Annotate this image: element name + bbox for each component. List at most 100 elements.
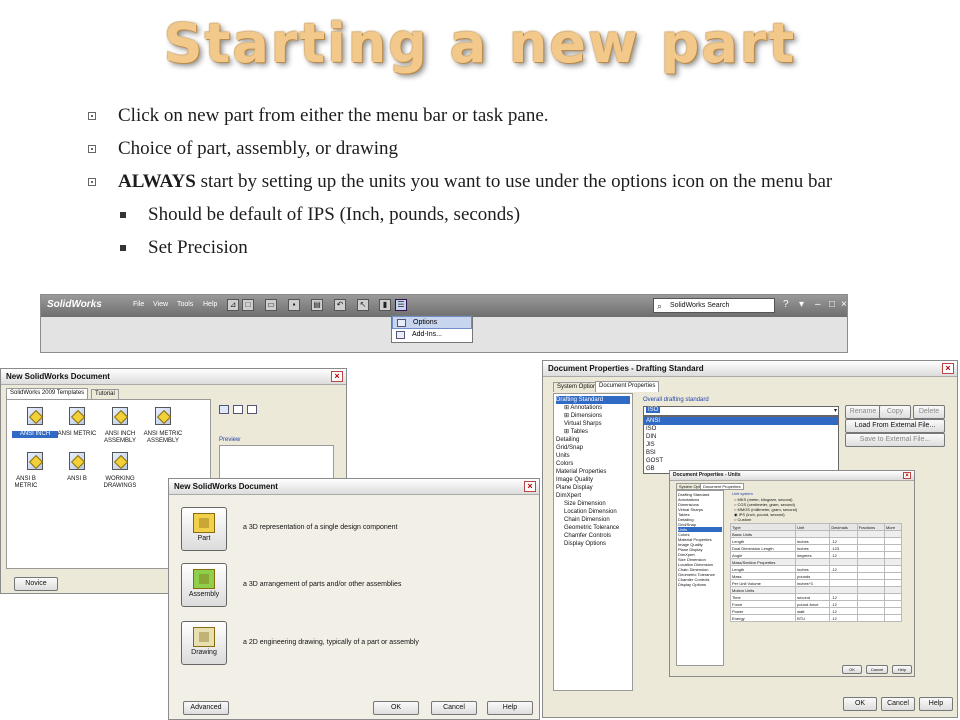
tree-item-virtual-sharps[interactable]: Virtual Sharps [556,420,630,428]
select-icon[interactable]: ↖ [357,299,369,311]
units-properties-tree: Drafting Standard Annotations Dimensions… [676,490,724,666]
ok-button[interactable]: OK [843,697,877,711]
restore-icon[interactable]: □ [829,299,835,311]
template-ansi-metric-assembly[interactable] [153,407,173,429]
template-ansi-b[interactable] [67,452,87,474]
search-icon: ⌕ [657,301,663,311]
delete-button[interactable]: Delete [913,405,945,419]
cancel-button[interactable]: Cancel [866,665,888,674]
sub-bullet-item: Set Precision [88,236,908,260]
menu-help[interactable]: Help [203,301,217,308]
tree-item-plane-display[interactable]: Plane Display [556,484,630,492]
tree-item-geometric-tolerance[interactable]: Geometric Tolerance [556,524,630,532]
tree-item-detailing[interactable]: Detailing [556,436,630,444]
close-icon[interactable]: × [903,472,911,479]
table-row: Angle degrees .12 [729,551,903,559]
standard-option[interactable]: JIS [644,441,838,449]
template-ansi-metric[interactable] [67,407,87,429]
advanced-button[interactable]: Advanced [183,701,229,715]
list-view-icon[interactable] [233,405,243,414]
bullet-item: Click on new part from either the menu b… [88,104,908,128]
undo-icon[interactable]: ↶ [334,299,346,311]
menu-file[interactable]: File [133,301,144,308]
menu-tools[interactable]: Tools [177,301,193,308]
dropdown-item-options[interactable]: Options [392,316,472,329]
tree-item-display-options[interactable]: Display Options [556,540,630,548]
template-ansi-inch[interactable] [25,407,45,429]
standard-option[interactable]: ISO [644,425,838,433]
standard-select[interactable]: ISO ▾ [643,406,839,416]
tree-item-colors[interactable]: Colors [556,460,630,468]
table-row: Force pound-force .12 [729,600,903,608]
bullet-item: ALWAYS start by setting up the units you… [88,170,908,194]
addins-icon [396,331,405,339]
sub-bullet-item: Should be default of IPS (Inch, pounds, … [88,203,908,227]
novice-button[interactable]: Novice [14,577,58,591]
part-button[interactable]: Part [181,507,227,551]
template-ansi-b-metric[interactable] [25,452,45,474]
tab-document-properties[interactable]: Document Properties [595,381,660,392]
rename-button[interactable]: Rename [845,405,881,419]
document-properties-units-dialog: Document Properties - Units × System Opti… [669,470,915,677]
large-icons-view-icon[interactable] [219,405,229,414]
tree-item-material-properties[interactable]: Material Properties [556,468,630,476]
tree-item-grid-snap[interactable]: Grid/Snap [556,444,630,452]
copy-button[interactable]: Copy [879,405,911,419]
tree-item-units[interactable]: Units [556,452,630,460]
close-icon[interactable]: × [524,481,536,492]
load-from-file-button[interactable]: Load From External File... [845,419,945,433]
tree-item-drafting-standard[interactable]: Drafting Standard [556,396,630,404]
close-icon[interactable]: × [841,299,847,311]
print-icon[interactable]: ▤ [311,299,323,311]
open-icon[interactable]: ▭ [265,299,277,311]
ok-button[interactable]: OK [373,701,419,715]
unit-system-radio[interactable]: ○ Custom [734,517,797,522]
tab-templates[interactable]: SolidWorks 2009 Templates [6,388,89,399]
standard-option[interactable]: DIN [644,433,838,441]
cancel-button[interactable]: Cancel [431,701,477,715]
tree-item-image-quality[interactable]: Image Quality [556,476,630,484]
close-icon[interactable]: × [331,371,343,382]
tab-document-properties[interactable]: Document Properties [700,483,744,490]
drawing-button[interactable]: Drawing [181,621,227,665]
template-working-drawings[interactable] [110,452,130,474]
save-to-file-button[interactable]: Save to External File... [845,433,945,447]
tree-item-location-dimension[interactable]: Location Dimension [556,508,630,516]
standard-option[interactable]: BSI [644,449,838,457]
help-button[interactable]: Help [892,665,912,674]
ok-button[interactable]: OK [842,665,862,674]
tree-item-tables[interactable]: Tables [556,428,630,436]
search-input[interactable]: ⌕ SolidWorks Search [653,298,775,313]
tree-item-dimensions[interactable]: Dimensions [556,412,630,420]
dropdown-item-addins[interactable]: Add-Ins... [392,329,472,342]
cancel-button[interactable]: Cancel [881,697,915,711]
help-button[interactable]: Help [919,697,953,711]
tab-tutorial[interactable]: Tutorial [91,389,119,399]
new-document-icon[interactable]: □ [242,299,254,311]
assembly-description: a 3D arrangement of parts and/or other a… [243,581,402,588]
pin-icon[interactable]: ⊿ [227,299,239,311]
bullet-list: Click on new part from either the menu b… [88,104,908,269]
preview-label: Preview [219,437,241,443]
help-icon[interactable]: ? [783,299,789,311]
details-view-icon[interactable] [247,405,257,414]
assembly-button[interactable]: Assembly [181,563,227,607]
help-button[interactable]: Help [487,701,533,715]
options-icon[interactable]: ☰ [395,299,407,311]
rebuild-icon[interactable]: ▮ [379,299,391,311]
minimize-icon[interactable]: – [815,299,821,311]
save-icon[interactable]: ▪ [288,299,300,311]
table-row: Energy BTU .12 [729,614,903,622]
standard-option[interactable]: ANSI [644,417,838,425]
tree-item-dimxpert[interactable]: DimXpert [556,492,630,500]
tree-item-chamfer-controls[interactable]: Chamfer Controls [556,532,630,540]
table-row: Motion Units [729,586,903,594]
close-icon[interactable]: × [942,363,954,374]
menu-view[interactable]: View [153,301,168,308]
help-dropdown-icon[interactable]: ▾ [799,299,804,311]
template-ansi-inch-assembly[interactable] [110,407,130,429]
standard-option[interactable]: GOST [644,457,838,465]
tree-item-size-dimension[interactable]: Size Dimension [556,500,630,508]
tree-item-chain-dimension[interactable]: Chain Dimension [556,516,630,524]
tree-item-annotations[interactable]: Annotations [556,404,630,412]
